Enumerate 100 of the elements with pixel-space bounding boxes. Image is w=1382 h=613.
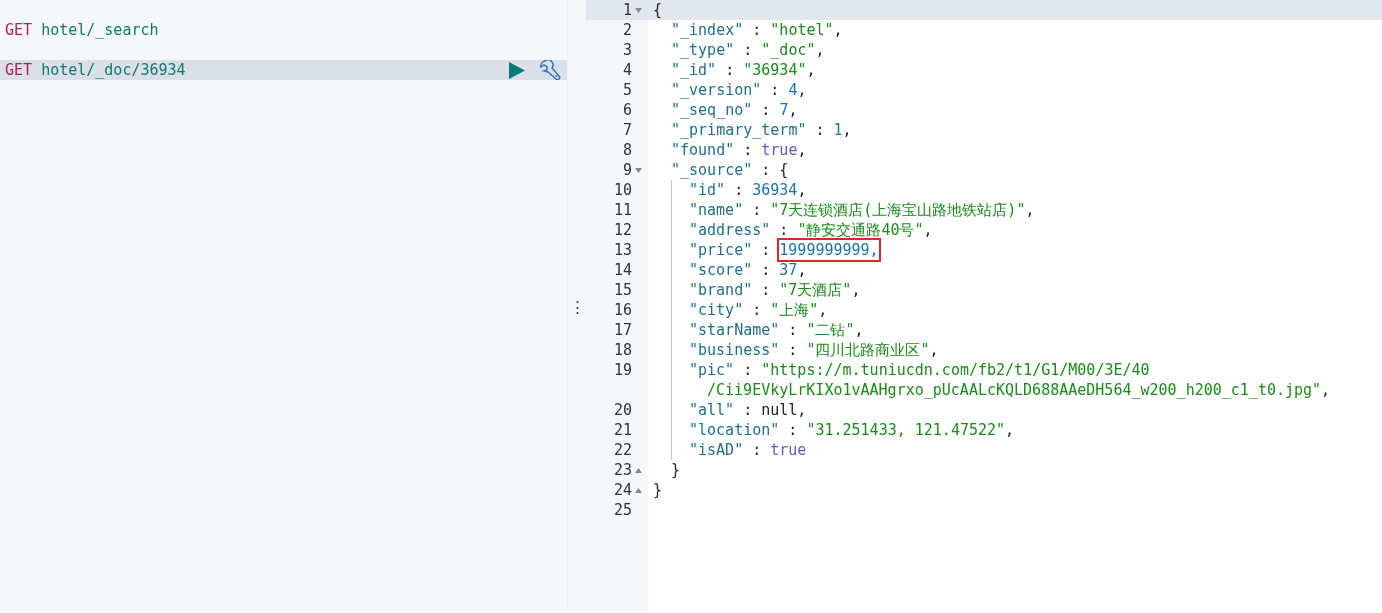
line-number: 12	[613, 220, 632, 240]
line-number: 25	[613, 500, 632, 520]
fold-caret-icon[interactable]	[634, 167, 642, 173]
code-token: :	[751, 20, 763, 40]
code-token: ,	[806, 60, 816, 80]
code-token: ,	[788, 100, 798, 120]
play-icon[interactable]	[508, 61, 525, 79]
code-token: "id"	[689, 180, 726, 200]
code-token: ,	[797, 180, 807, 200]
line-number: 20	[613, 400, 632, 420]
code-token: "_type"	[671, 40, 735, 60]
line-number: 5	[622, 80, 632, 100]
line-number: 6	[622, 100, 632, 120]
code-token: "31.251433, 121.47522"	[806, 420, 1006, 440]
code-token: ,	[815, 40, 825, 60]
code-token: :	[787, 420, 799, 440]
code-token: :	[733, 180, 745, 200]
highlighted-value: 1999999999,	[779, 240, 879, 260]
line-number: 8	[622, 140, 632, 160]
fold-caret-icon[interactable]	[634, 487, 642, 493]
line-number: 7	[622, 120, 632, 140]
line-number: 24	[613, 480, 632, 500]
code-token: ,	[1321, 380, 1331, 400]
line-number: 22	[613, 440, 632, 460]
fold-caret-icon[interactable]	[634, 7, 642, 13]
code-token: "hotel"	[770, 20, 834, 40]
code-token: "price"	[689, 240, 753, 260]
code-token: :	[742, 40, 754, 60]
code-token: "found"	[671, 140, 735, 160]
code-token: "city"	[689, 300, 744, 320]
code-token: "address"	[689, 220, 771, 240]
code-token: :	[760, 100, 772, 120]
code-token: true	[761, 140, 798, 160]
line-number: 15	[613, 280, 632, 300]
code-token: :	[751, 200, 763, 220]
line-number: 11	[613, 200, 632, 220]
code-token: "score"	[689, 260, 753, 280]
code-token: "_primary_term"	[671, 120, 807, 140]
code-token: "brand"	[689, 280, 753, 300]
code-token: ,	[929, 340, 939, 360]
line-number: 10	[613, 180, 632, 200]
code-token: ,	[797, 260, 807, 280]
code-token: :	[814, 120, 826, 140]
code-token: 7	[779, 100, 789, 120]
code-token: ,	[833, 20, 843, 40]
request-path: hotel/_doc/36934	[41, 61, 186, 79]
code-token: "静安交通路40号"	[797, 220, 924, 240]
code-token: 37	[779, 260, 798, 280]
http-method: GET	[5, 21, 33, 39]
fold-caret-icon[interactable]	[634, 467, 642, 473]
code-token: :	[742, 140, 754, 160]
code-token: "_source"	[671, 160, 753, 180]
code-token: "business"	[689, 340, 780, 360]
request-line[interactable]: GET hotel/_search	[0, 20, 567, 40]
panel-splitter[interactable]: ⋮	[567, 0, 586, 613]
line-number: 21	[613, 420, 632, 440]
code-token: :	[751, 440, 763, 460]
code-token: "二钻"	[806, 320, 855, 340]
code-token: ,	[854, 320, 864, 340]
code-token: "36934"	[743, 60, 807, 80]
code-token: "_doc"	[761, 40, 816, 60]
line-number: 17	[613, 320, 632, 340]
code-token: "https://m.tuniucdn.com/fb2/t1/G1/M00/3E/40	[761, 360, 1150, 380]
line-number: 23	[613, 460, 632, 480]
code-token: :	[760, 280, 772, 300]
http-method: GET	[5, 61, 33, 79]
code-token: "isAD"	[689, 440, 744, 460]
code-token: ,	[818, 300, 828, 320]
code-token: 1	[833, 120, 843, 140]
code-token: {	[653, 0, 663, 20]
code-token: "_version"	[671, 80, 762, 100]
code-token: /Cii9EVkyLrKIXo1vAAHgrxo_pUcAALcKQLD688AAeDH564_w200_h200_c1_t0.jpg"	[707, 380, 1322, 400]
code-token: ,	[797, 140, 807, 160]
splitter-handle: ⋮	[569, 297, 585, 316]
code-token: 36934	[752, 180, 798, 200]
line-number: 14	[613, 260, 632, 280]
wrench-icon[interactable]	[539, 60, 561, 80]
code-token: "四川北路商业区"	[806, 340, 930, 360]
code-token: :	[751, 300, 763, 320]
code-token: "name"	[689, 200, 744, 220]
code-token: :	[724, 60, 736, 80]
line-number: 19	[613, 360, 632, 380]
line-number: 9	[622, 160, 632, 180]
code-token: }	[653, 480, 663, 500]
code-token: "_id"	[671, 60, 717, 80]
code-token: "location"	[689, 420, 780, 440]
line-number: 3	[622, 40, 632, 60]
code-token: "_index"	[671, 20, 744, 40]
code-token: "pic"	[689, 360, 735, 380]
line-number: 16	[613, 300, 632, 320]
code-token: 4	[788, 80, 798, 100]
code-token: :	[787, 320, 799, 340]
code-token: "all"	[689, 400, 735, 420]
code-token: ,	[842, 120, 852, 140]
code-token: ,	[1005, 420, 1015, 440]
code-token: :	[742, 360, 754, 380]
code-token: :	[769, 80, 781, 100]
code-token: "上海"	[770, 300, 819, 320]
code-token: :	[787, 340, 799, 360]
code-token: : {	[760, 160, 789, 180]
